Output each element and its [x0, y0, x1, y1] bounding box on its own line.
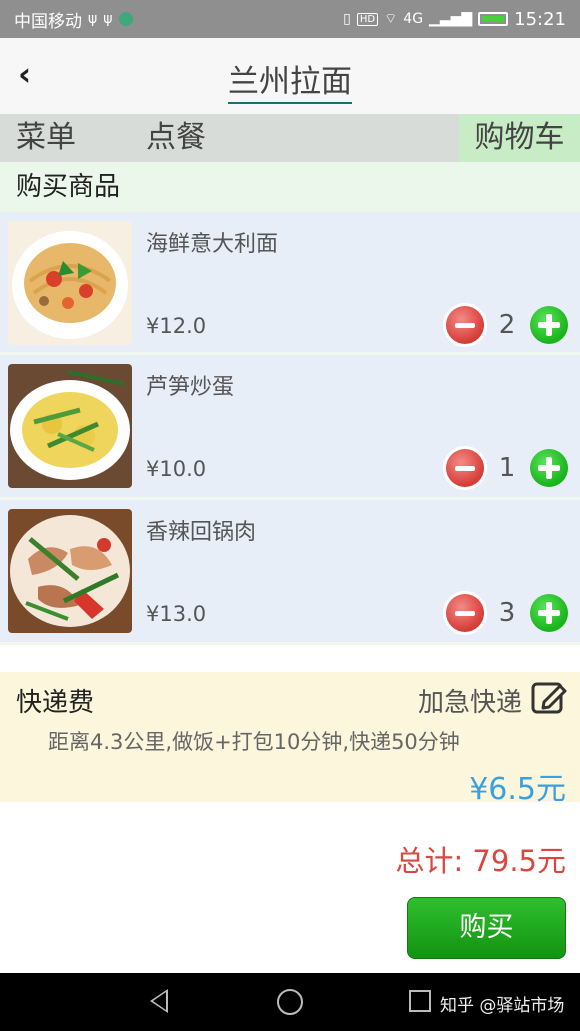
decrease-button[interactable]	[446, 306, 484, 344]
quantity-stepper: 1	[446, 449, 568, 487]
increase-button[interactable]	[530, 594, 568, 632]
food-image-twice-cooked-pork	[8, 509, 132, 633]
item-name: 香辣回锅肉	[146, 520, 257, 545]
total-price: 总计: 79.5元	[395, 844, 566, 878]
delivery-label: 快递费	[16, 688, 95, 718]
nav-recents-icon[interactable]	[409, 990, 431, 1012]
food-image-asparagus-egg	[8, 364, 132, 488]
usb-icon: ψ	[103, 11, 113, 27]
item-price: ¥12.0	[146, 314, 207, 338]
nav-back-icon[interactable]	[150, 989, 168, 1013]
tab-cart[interactable]: 购物车	[459, 114, 580, 162]
tab-menu[interactable]: 菜单	[16, 114, 76, 162]
cart-item: 芦笋炒蛋 ¥10.0 1	[0, 355, 580, 500]
vibrate-icon: ▯	[343, 11, 351, 27]
status-bar: 中国移动 ψ ψ ▯ HD ⌔ 4G ▁▃▅▇ 15:21	[0, 0, 580, 38]
clock: 15:21	[514, 8, 566, 30]
quantity-value: 3	[498, 598, 516, 628]
delivery-panel: 快递费 加急快递 距离4.3公里,做饭+打包10分钟,快递50分钟 ¥6.5元	[0, 672, 580, 807]
navigation-bar: 知乎 @驿站市场	[0, 973, 580, 1031]
watermark: 知乎 @驿站市场	[440, 996, 565, 1016]
food-image-pasta	[8, 221, 132, 345]
increase-button[interactable]	[530, 306, 568, 344]
item-price: ¥10.0	[146, 457, 207, 481]
wifi-icon: ⌔	[384, 11, 398, 27]
network-type: 4G	[403, 11, 424, 27]
quantity-stepper: 3	[446, 594, 568, 632]
cart-list: 海鲜意大利面 ¥12.0 2 芦笋炒蛋 ¥10.0 1 香辣回锅肉 ¥13.0 …	[0, 212, 580, 645]
title-bar: ‹ 兰州拉面	[0, 38, 580, 114]
signal-icon: ▁▃▅▇	[429, 11, 473, 27]
page-title: 兰州拉面	[0, 56, 580, 104]
buy-button[interactable]: 购买	[407, 897, 566, 959]
delivery-fee: ¥6.5元	[469, 772, 566, 807]
item-name: 芦笋炒蛋	[146, 375, 235, 400]
hd-icon: HD	[356, 12, 379, 26]
quantity-value: 1	[498, 453, 516, 483]
section-title: 购买商品	[0, 162, 580, 212]
cart-item: 香辣回锅肉 ¥13.0 3	[0, 500, 580, 645]
delivery-description: 距离4.3公里,做饭+打包10分钟,快递50分钟	[48, 730, 460, 754]
decrease-button[interactable]	[446, 449, 484, 487]
globe-icon	[118, 12, 133, 26]
battery-icon	[478, 12, 509, 26]
usb-icon: ψ	[88, 11, 98, 27]
item-name: 海鲜意大利面	[146, 232, 279, 257]
edit-icon[interactable]	[530, 678, 568, 716]
quantity-value: 2	[498, 310, 516, 340]
nav-home-icon[interactable]	[277, 989, 303, 1015]
item-price: ¥13.0	[146, 602, 207, 626]
cart-item: 海鲜意大利面 ¥12.0 2	[0, 212, 580, 355]
express-delivery-label[interactable]: 加急快递	[418, 682, 522, 719]
quantity-stepper: 2	[446, 306, 568, 344]
tab-bar: 菜单 点餐 购物车	[0, 114, 580, 162]
decrease-button[interactable]	[446, 594, 484, 632]
tab-order[interactable]: 点餐	[146, 114, 206, 162]
carrier-label: 中国移动	[14, 11, 82, 32]
increase-button[interactable]	[530, 449, 568, 487]
